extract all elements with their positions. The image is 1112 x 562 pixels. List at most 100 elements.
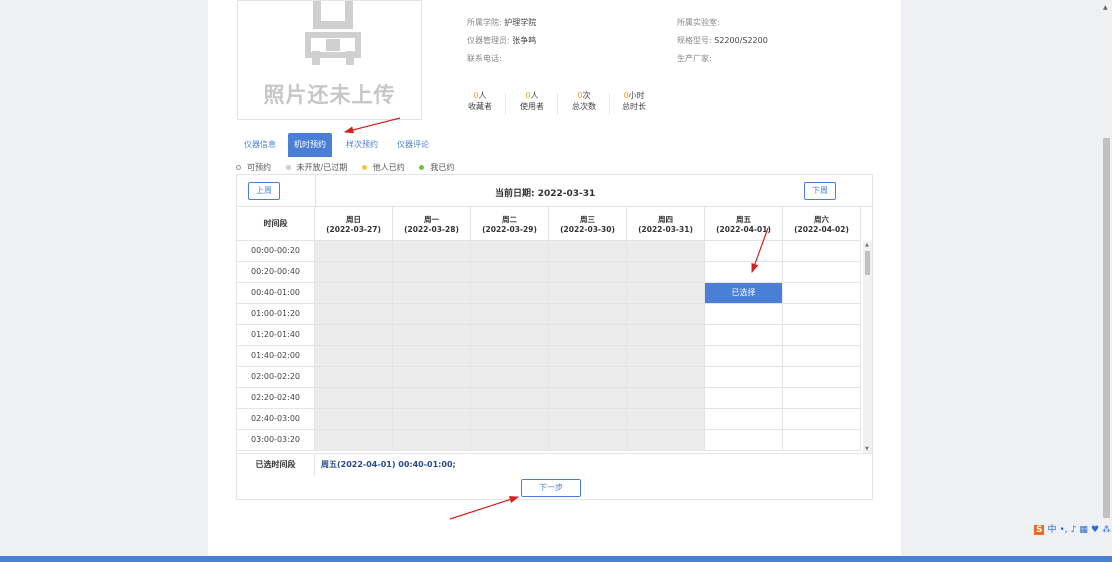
punctuation-icon[interactable]: •, <box>1060 525 1068 535</box>
slot-cell-closed <box>315 304 393 325</box>
mine-dot-icon <box>419 165 425 170</box>
available-dot-icon <box>236 165 241 170</box>
day-header: 周六 (2022-04-02) <box>783 207 861 241</box>
slot-cell-closed <box>315 325 393 346</box>
slot-cell-available[interactable] <box>705 262 783 283</box>
time-slot-label: 00:20-00:40 <box>237 262 315 283</box>
stat-divider <box>505 93 506 115</box>
slot-cell-available[interactable] <box>783 409 861 430</box>
slot-cell-closed <box>627 304 705 325</box>
day-date: (2022-03-29) <box>482 225 537 234</box>
day-date: (2022-03-31) <box>638 225 693 234</box>
slot-cell-closed <box>549 367 627 388</box>
slot-cell-available[interactable] <box>783 304 861 325</box>
divider <box>315 175 316 207</box>
slot-cell-available[interactable] <box>783 367 861 388</box>
slot-cell-selected[interactable]: 已选择 <box>705 283 783 304</box>
slot-cell-available[interactable] <box>783 325 861 346</box>
slot-cell-closed <box>315 241 393 262</box>
page-scroll-thumb[interactable] <box>1103 138 1110 518</box>
time-slot-label: 03:00-03:20 <box>237 430 315 451</box>
others-dot-icon <box>361 165 367 170</box>
day-header: 周五 (2022-04-01) <box>705 207 783 241</box>
slot-cell-closed <box>549 262 627 283</box>
slot-cell-closed <box>549 388 627 409</box>
slot-cell-available[interactable] <box>705 409 783 430</box>
time-slot-label: 02:00-02:20 <box>237 367 315 388</box>
mic-icon[interactable]: ♪ <box>1071 525 1077 535</box>
time-slot-label: 01:40-02:00 <box>237 346 315 367</box>
slot-cell-closed <box>393 283 471 304</box>
slot-cell-closed <box>627 430 705 451</box>
slot-cell-closed <box>471 430 549 451</box>
slot-cell-closed <box>393 325 471 346</box>
tab-instrument-info[interactable]: 仪器信息 <box>238 133 282 157</box>
slot-cell-available[interactable] <box>705 367 783 388</box>
next-step-button[interactable]: 下一步 <box>521 479 581 497</box>
table-scrollbar[interactable]: ▲ ▼ <box>863 241 872 453</box>
slot-cell-available[interactable] <box>705 241 783 262</box>
legend-others: 他人已约 <box>361 163 411 172</box>
slot-cell-available[interactable] <box>705 325 783 346</box>
closed-dot-icon <box>285 165 291 170</box>
slot-cell-closed <box>471 241 549 262</box>
maker-info: 生产厂家: <box>677 54 712 63</box>
slot-cell-available[interactable] <box>705 430 783 451</box>
slot-cell-available[interactable] <box>705 304 783 325</box>
slot-cell-closed <box>471 325 549 346</box>
slot-cell-closed <box>315 430 393 451</box>
slot-cell-closed <box>627 241 705 262</box>
footer-bar <box>0 556 1112 562</box>
admin-info: 仪器管理员: 张争鸣 <box>467 36 537 45</box>
ime-lang-toggle[interactable]: 中 <box>1047 525 1056 535</box>
skin-icon[interactable]: ♥ <box>1091 525 1099 535</box>
slot-cell-closed <box>471 262 549 283</box>
scroll-down-icon[interactable]: ▼ <box>865 446 869 452</box>
day-date: (2022-03-27) <box>326 225 381 234</box>
slot-cell-available[interactable] <box>783 346 861 367</box>
keyboard-icon[interactable]: ▦ <box>1079 525 1088 535</box>
next-week-button[interactable]: 下周 <box>804 182 836 200</box>
slot-cell-available[interactable] <box>705 388 783 409</box>
slot-cell-available[interactable] <box>783 283 861 304</box>
slot-cell-available[interactable] <box>783 262 861 283</box>
slot-cell-available[interactable] <box>783 241 861 262</box>
scroll-up-icon[interactable]: ▲ <box>1103 4 1108 11</box>
page-scrollbar[interactable]: ▲ <box>1101 0 1112 556</box>
slot-cell-closed <box>393 346 471 367</box>
day-name: 周四 <box>658 215 673 224</box>
slot-cell-closed <box>627 346 705 367</box>
stat-favorites: 0人 收藏者 <box>468 91 492 111</box>
slot-cell-available[interactable] <box>705 346 783 367</box>
day-name: 周六 <box>814 215 829 224</box>
slot-cell-available[interactable] <box>783 388 861 409</box>
tab-comments[interactable]: 仪器评论 <box>391 133 435 157</box>
tools-icon[interactable]: ⁂ <box>1102 525 1111 535</box>
day-header: 周四 (2022-03-31) <box>627 207 705 241</box>
time-slot-label: 01:00-01:20 <box>237 304 315 325</box>
model-info: 规格型号: S2200/S2200 <box>677 36 768 45</box>
ime-toolbar[interactable]: S 中 •, ♪ ▦ ♥ ⁂ <box>1034 522 1112 536</box>
slot-cell-available[interactable] <box>783 430 861 451</box>
tab-time-booking[interactable]: 机时预约 <box>288 133 332 157</box>
slot-cell-closed <box>393 409 471 430</box>
sogou-logo-icon[interactable]: S <box>1034 525 1045 535</box>
slot-cell-closed <box>627 388 705 409</box>
prev-week-button[interactable]: 上周 <box>248 182 280 200</box>
time-slot-label: 02:40-03:00 <box>237 409 315 430</box>
day-name: 周二 <box>502 215 517 224</box>
stat-users: 0人 使用者 <box>520 91 544 111</box>
slot-cell-closed <box>393 241 471 262</box>
slot-cell-closed <box>627 262 705 283</box>
day-date: (2022-04-01) <box>716 225 771 234</box>
day-header: 周三 (2022-03-30) <box>549 207 627 241</box>
slot-cell-closed <box>549 430 627 451</box>
slot-cell-closed <box>393 430 471 451</box>
legend-closed: 未开放/已过期 <box>285 163 354 172</box>
phone-info: 联系电话: <box>467 54 502 63</box>
legend-mine: 我已约 <box>419 163 460 172</box>
tab-sample-booking[interactable]: 样次预约 <box>340 133 384 157</box>
scroll-up-icon[interactable]: ▲ <box>865 242 869 248</box>
slot-cell-closed <box>315 346 393 367</box>
table-scroll-thumb[interactable] <box>865 251 870 275</box>
